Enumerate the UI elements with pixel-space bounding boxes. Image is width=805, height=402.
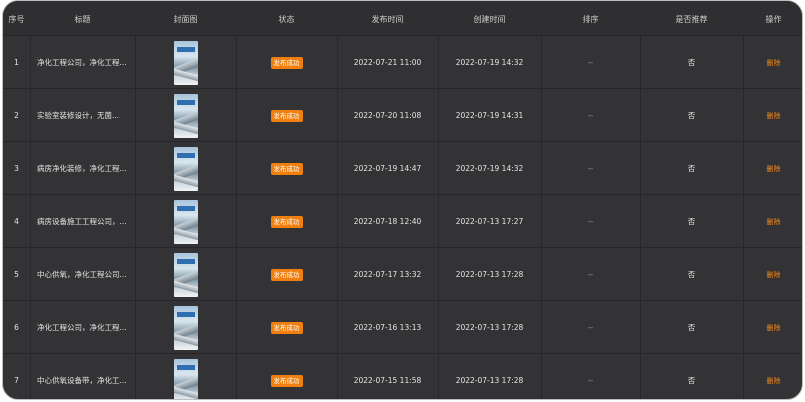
recommended-value: 否 xyxy=(687,164,696,173)
recommended-value: 否 xyxy=(687,111,696,120)
header-title: 标题 xyxy=(74,15,91,24)
delete-link[interactable]: 删除 xyxy=(743,301,802,354)
recommended-value: 否 xyxy=(687,376,696,385)
cover-image[interactable] xyxy=(135,248,236,301)
delete-link[interactable]: 删除 xyxy=(743,248,802,301)
sort-value: -- xyxy=(587,217,594,226)
table-row: 1 净化工程公司，净化工程... 发布成功 2022-07-21 11:00 2… xyxy=(3,35,802,88)
cover-image[interactable] xyxy=(135,142,236,195)
create-time: 2022-07-13 17:28 xyxy=(455,270,524,279)
create-time: 2022-07-19 14:31 xyxy=(455,111,524,120)
header-action: 操作 xyxy=(765,15,782,24)
table-header: 序号 标题 封面图 状态 发布时间 创建时间 排序 是否推荐 操作 xyxy=(3,1,802,35)
status-badge: 发布成功 xyxy=(236,142,337,195)
status-badge: 发布成功 xyxy=(236,36,337,89)
header-index: 序号 xyxy=(8,15,25,24)
create-time: 2022-07-19 14:32 xyxy=(455,58,524,67)
row-title: 病房设备施工工程公司，... xyxy=(37,217,127,226)
cover-image[interactable] xyxy=(135,36,236,89)
delete-link[interactable]: 删除 xyxy=(743,195,802,248)
header-create-time: 创建时间 xyxy=(473,15,506,24)
delete-link[interactable]: 删除 xyxy=(743,89,802,142)
row-index: 1 xyxy=(14,58,19,67)
status-label: 发布成功 xyxy=(270,162,303,175)
row-index: 7 xyxy=(14,376,19,385)
recommended-value: 否 xyxy=(687,217,696,226)
sort-value: -- xyxy=(587,376,594,385)
cover-image[interactable] xyxy=(135,195,236,248)
delete-link[interactable]: 删除 xyxy=(743,354,802,399)
status-label: 发布成功 xyxy=(270,56,303,69)
publish-time: 2022-07-15 11:58 xyxy=(353,376,422,385)
publish-time: 2022-07-19 14:47 xyxy=(353,164,422,173)
publish-time: 2022-07-21 11:00 xyxy=(353,58,422,67)
sort-value: -- xyxy=(587,111,594,120)
row-title: 中心供氧，净化工程公司... xyxy=(37,270,127,279)
row-title: 中心供氧设备带，净化工... xyxy=(37,376,127,385)
status-badge: 发布成功 xyxy=(236,354,337,399)
table-row: 2 实验室装修设计，无菌... 发布成功 2022-07-20 11:08 20… xyxy=(3,88,802,141)
recommended-value: 否 xyxy=(687,323,696,332)
table-row: 5 中心供氧，净化工程公司... 发布成功 2022-07-17 13:32 2… xyxy=(3,247,802,300)
table-row: 7 中心供氧设备带，净化工... 发布成功 2022-07-15 11:58 2… xyxy=(3,353,802,399)
publish-time: 2022-07-20 11:08 xyxy=(353,111,422,120)
table-row: 3 病房净化装修，净化工程... 发布成功 2022-07-19 14:47 2… xyxy=(3,141,802,194)
row-index: 2 xyxy=(14,111,19,120)
recommended-value: 否 xyxy=(687,270,696,279)
create-time: 2022-07-13 17:27 xyxy=(455,217,524,226)
recommended-value: 否 xyxy=(687,58,696,67)
delete-link[interactable]: 删除 xyxy=(743,142,802,195)
status-label: 发布成功 xyxy=(270,215,303,228)
cover-image[interactable] xyxy=(135,89,236,142)
status-badge: 发布成功 xyxy=(236,89,337,142)
header-recommended: 是否推荐 xyxy=(675,15,708,24)
header-cover: 封面图 xyxy=(173,15,198,24)
table-row: 6 净化工程公司，净化工程... 发布成功 2022-07-16 13:13 2… xyxy=(3,300,802,353)
publish-time: 2022-07-16 13:13 xyxy=(353,323,422,332)
sort-value: -- xyxy=(587,270,594,279)
publish-time: 2022-07-17 13:32 xyxy=(353,270,422,279)
cover-image[interactable] xyxy=(135,354,236,399)
sort-value: -- xyxy=(587,323,594,332)
create-time: 2022-07-13 17:28 xyxy=(455,323,524,332)
create-time: 2022-07-19 14:32 xyxy=(455,164,524,173)
status-label: 发布成功 xyxy=(270,374,303,387)
row-index: 5 xyxy=(14,270,19,279)
row-title: 净化工程公司，净化工程... xyxy=(37,58,127,67)
status-badge: 发布成功 xyxy=(236,301,337,354)
status-badge: 发布成功 xyxy=(236,248,337,301)
sort-value: -- xyxy=(587,164,594,173)
header-publish-time: 发布时间 xyxy=(371,15,404,24)
create-time: 2022-07-13 17:28 xyxy=(455,376,524,385)
status-label: 发布成功 xyxy=(270,268,303,281)
table-row: 4 病房设备施工工程公司，... 发布成功 2022-07-18 12:40 2… xyxy=(3,194,802,247)
row-title: 实验室装修设计，无菌... xyxy=(37,111,120,120)
sort-value: -- xyxy=(587,58,594,67)
header-status: 状态 xyxy=(278,15,295,24)
row-title: 净化工程公司，净化工程... xyxy=(37,323,127,332)
header-sort: 排序 xyxy=(582,15,599,24)
row-index: 3 xyxy=(14,164,19,173)
row-index: 6 xyxy=(14,323,19,332)
cover-image[interactable] xyxy=(135,301,236,354)
row-index: 4 xyxy=(14,217,19,226)
data-table: 序号 标题 封面图 状态 发布时间 创建时间 排序 是否推荐 操作 1 净化工程… xyxy=(2,0,803,400)
status-badge: 发布成功 xyxy=(236,195,337,248)
publish-time: 2022-07-18 12:40 xyxy=(353,217,422,226)
delete-link[interactable]: 删除 xyxy=(743,36,802,89)
status-label: 发布成功 xyxy=(270,321,303,334)
status-label: 发布成功 xyxy=(270,109,303,122)
row-title: 病房净化装修，净化工程... xyxy=(37,164,127,173)
